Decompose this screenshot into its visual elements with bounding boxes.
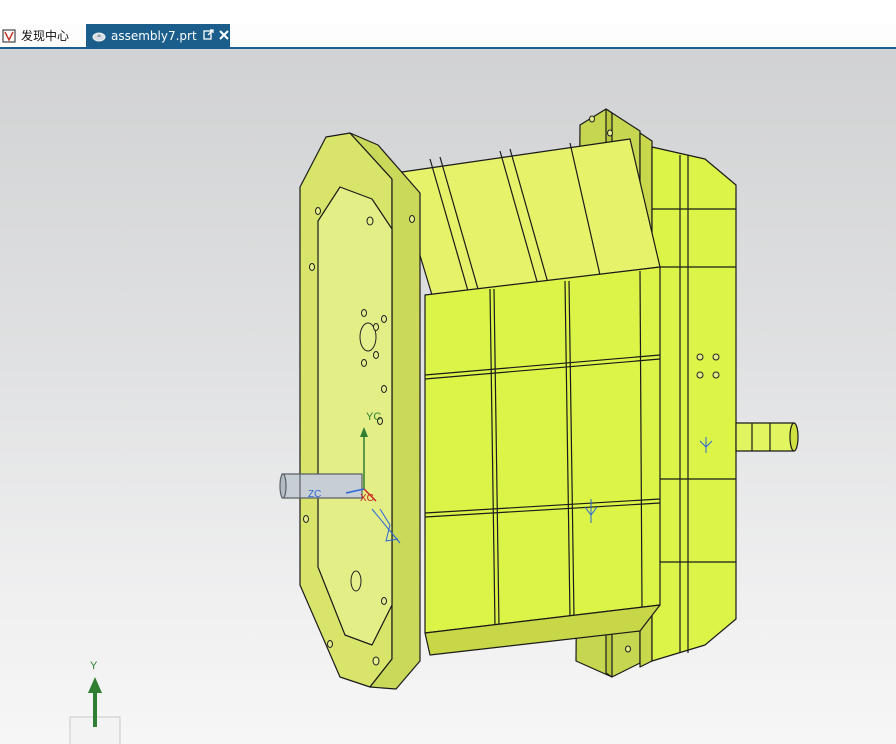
triad-y-label: Y bbox=[90, 660, 98, 672]
front-flange-plate bbox=[299, 132, 421, 690]
output-shaft bbox=[735, 422, 799, 452]
window-top-strip bbox=[0, 0, 896, 24]
model-render bbox=[69, 108, 799, 744]
part-file-icon bbox=[92, 29, 106, 43]
tab-discovery-center[interactable]: 发现中心 bbox=[0, 24, 84, 47]
discovery-center-icon bbox=[2, 29, 16, 43]
document-tab-bar: 发现中心 assembly7.prt bbox=[0, 24, 896, 49]
graphics-viewport[interactable]: YC XC ZC Y bbox=[0, 49, 896, 744]
tab-discovery-center-label: 发现中心 bbox=[21, 29, 70, 43]
main-body-front bbox=[424, 266, 661, 634]
datum-yc-label: YC bbox=[366, 411, 382, 423]
tab-assembly7-label: assembly7.prt bbox=[111, 28, 197, 43]
close-icon[interactable] bbox=[218, 29, 229, 43]
datum-zc-label: ZC bbox=[308, 489, 322, 500]
tab-assembly7-prt[interactable]: assembly7.prt bbox=[86, 24, 230, 47]
view-triad bbox=[69, 677, 121, 744]
rear-housing bbox=[651, 146, 737, 662]
datum-xc-label: XC bbox=[360, 493, 374, 504]
popout-icon[interactable] bbox=[203, 28, 214, 43]
